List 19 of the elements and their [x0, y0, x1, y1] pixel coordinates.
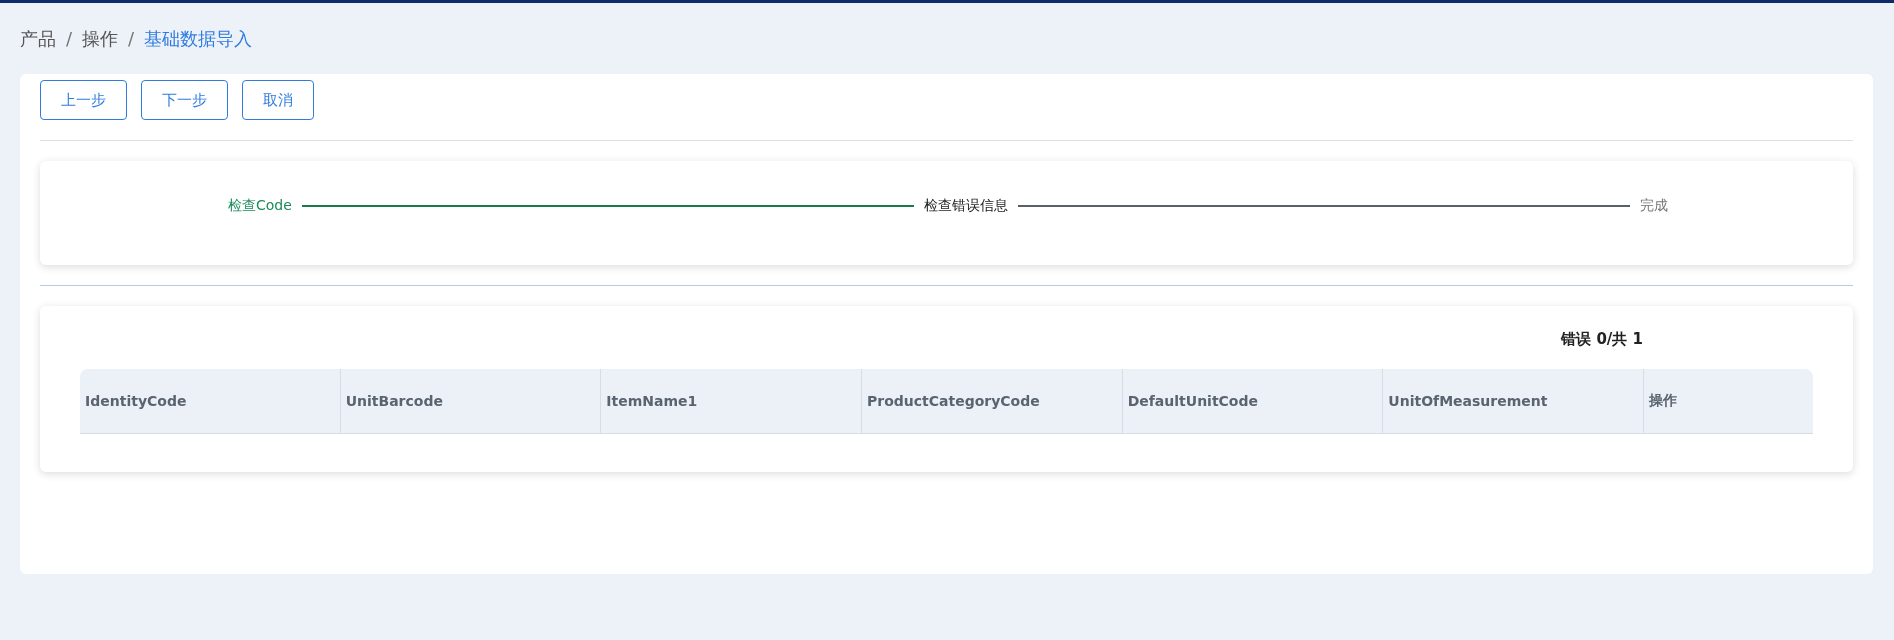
- column-header: DefaultUnitCode: [1122, 369, 1384, 433]
- breadcrumb-separator: /: [128, 28, 135, 49]
- step-button[interactable]: 下一步: [141, 80, 228, 120]
- breadcrumb-item[interactable]: 基础数据导入: [144, 26, 253, 51]
- column-header: IdentityCode: [80, 369, 341, 433]
- step-button[interactable]: 取消: [242, 80, 314, 120]
- breadcrumb-item[interactable]: 操作: [82, 26, 119, 51]
- column-header: UnitBarcode: [340, 369, 602, 433]
- column-header: ItemName1: [601, 369, 862, 433]
- column-header: ProductCategoryCode: [862, 369, 1123, 433]
- step-button[interactable]: 上一步: [40, 80, 127, 120]
- column-header: 操作: [1648, 391, 1678, 410]
- step-label: 检查错误信息: [923, 196, 1008, 215]
- breadcrumb-separator: /: [66, 28, 73, 49]
- step-label: 检查Code: [228, 196, 292, 215]
- breadcrumb-item[interactable]: 产品: [20, 26, 56, 51]
- column-header: UnitOfMeasurement: [1383, 369, 1644, 433]
- step-label: 完成: [1640, 196, 1668, 215]
- error-count: 错误 0/共 1: [1559, 330, 1644, 350]
